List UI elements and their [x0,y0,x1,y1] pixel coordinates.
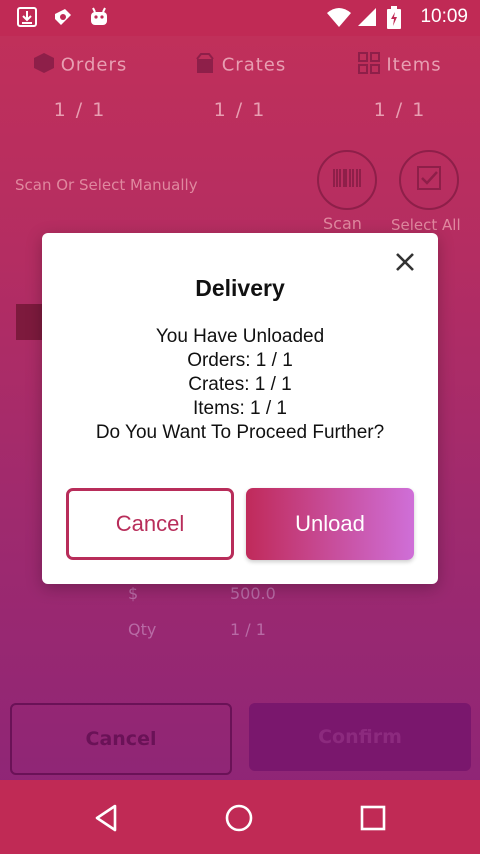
app-icon [52,6,76,30]
crate-icon [194,52,216,79]
grid-icon [358,52,381,79]
status-time: 10:09 [420,6,468,27]
recents-icon[interactable] [357,802,389,834]
bottom-cancel-button[interactable]: Cancel [10,703,232,775]
wifi-icon [326,6,351,30]
checkbox-icon [416,165,442,195]
dialog-message: You Have Unloaded Orders: 1 / 1 Crates: … [42,325,438,445]
app-screen: 10:09 Orders 1 / 1 Crates 1 / 1 Items 1 … [0,0,480,854]
dialog-message-line: Crates: 1 / 1 [188,374,292,395]
summary-crates-value: 1 / 1 [213,99,267,121]
select-all-button[interactable] [399,150,459,210]
scan-hint: Scan Or Select Manually [15,176,198,194]
battery-charging-icon [386,6,410,30]
barcode-icon [332,167,362,193]
scan-button[interactable] [317,150,377,210]
navigation-bar [0,780,480,854]
summary-items-label: Items [386,54,442,76]
row-qty-value: 1 / 1 [230,620,266,639]
summary-crates: Crates 1 / 1 [165,52,315,121]
home-icon[interactable] [223,802,255,834]
select-all-label: Select All [391,216,461,234]
row-price-label: $ [128,584,139,603]
dialog-cancel-button[interactable]: Cancel [66,488,234,560]
dialog-title: Delivery [195,275,285,301]
dialog-message-line: Do You Want To Proceed Further? [95,422,385,443]
dialog-unload-button[interactable]: Unload [246,488,414,560]
scan-label: Scan [323,214,362,233]
row-price-value: 500.0 [230,584,276,603]
download-icon [16,6,40,30]
back-icon[interactable] [91,802,123,834]
delivery-dialog: Delivery You Have Unloaded Orders: 1 / 1… [42,233,438,584]
dialog-message-line: You Have Unloaded [155,326,325,347]
summary-orders-value: 1 / 1 [53,99,107,121]
dialog-message-line: Orders: 1 / 1 [187,350,293,371]
summary-crates-label: Crates [221,54,287,76]
android-icon [88,6,112,30]
summary-orders-label: Orders [60,54,128,76]
card-marker [16,304,44,340]
summary-items-value: 1 / 1 [373,99,427,121]
status-bar: 10:09 [0,0,480,36]
signal-icon [356,6,380,30]
summary-items: Items 1 / 1 [325,52,475,121]
close-icon[interactable] [394,251,416,273]
dialog-message-line: Items: 1 / 1 [193,398,287,419]
row-qty-label: Qty [128,620,157,639]
bottom-confirm-button[interactable]: Confirm [249,703,471,771]
summary-orders: Orders 1 / 1 [5,52,155,121]
cube-icon [33,52,55,79]
